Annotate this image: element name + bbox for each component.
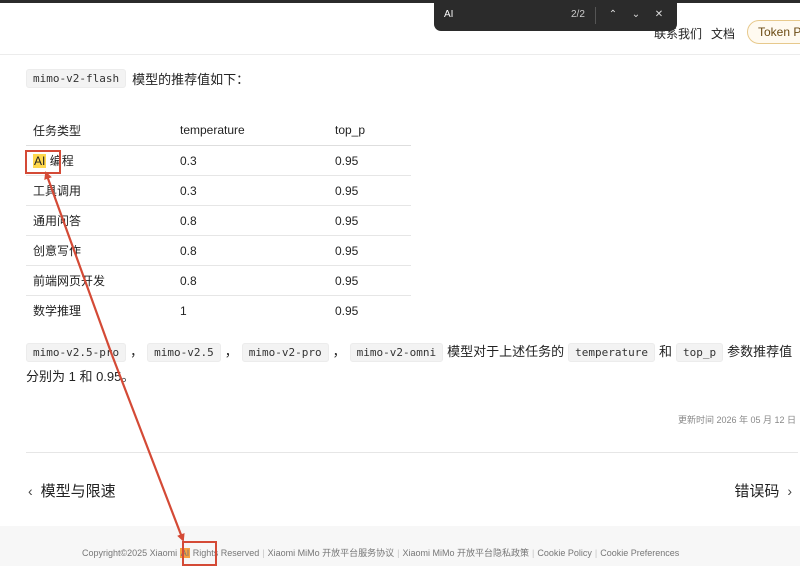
annotation-arrow xyxy=(44,171,185,542)
